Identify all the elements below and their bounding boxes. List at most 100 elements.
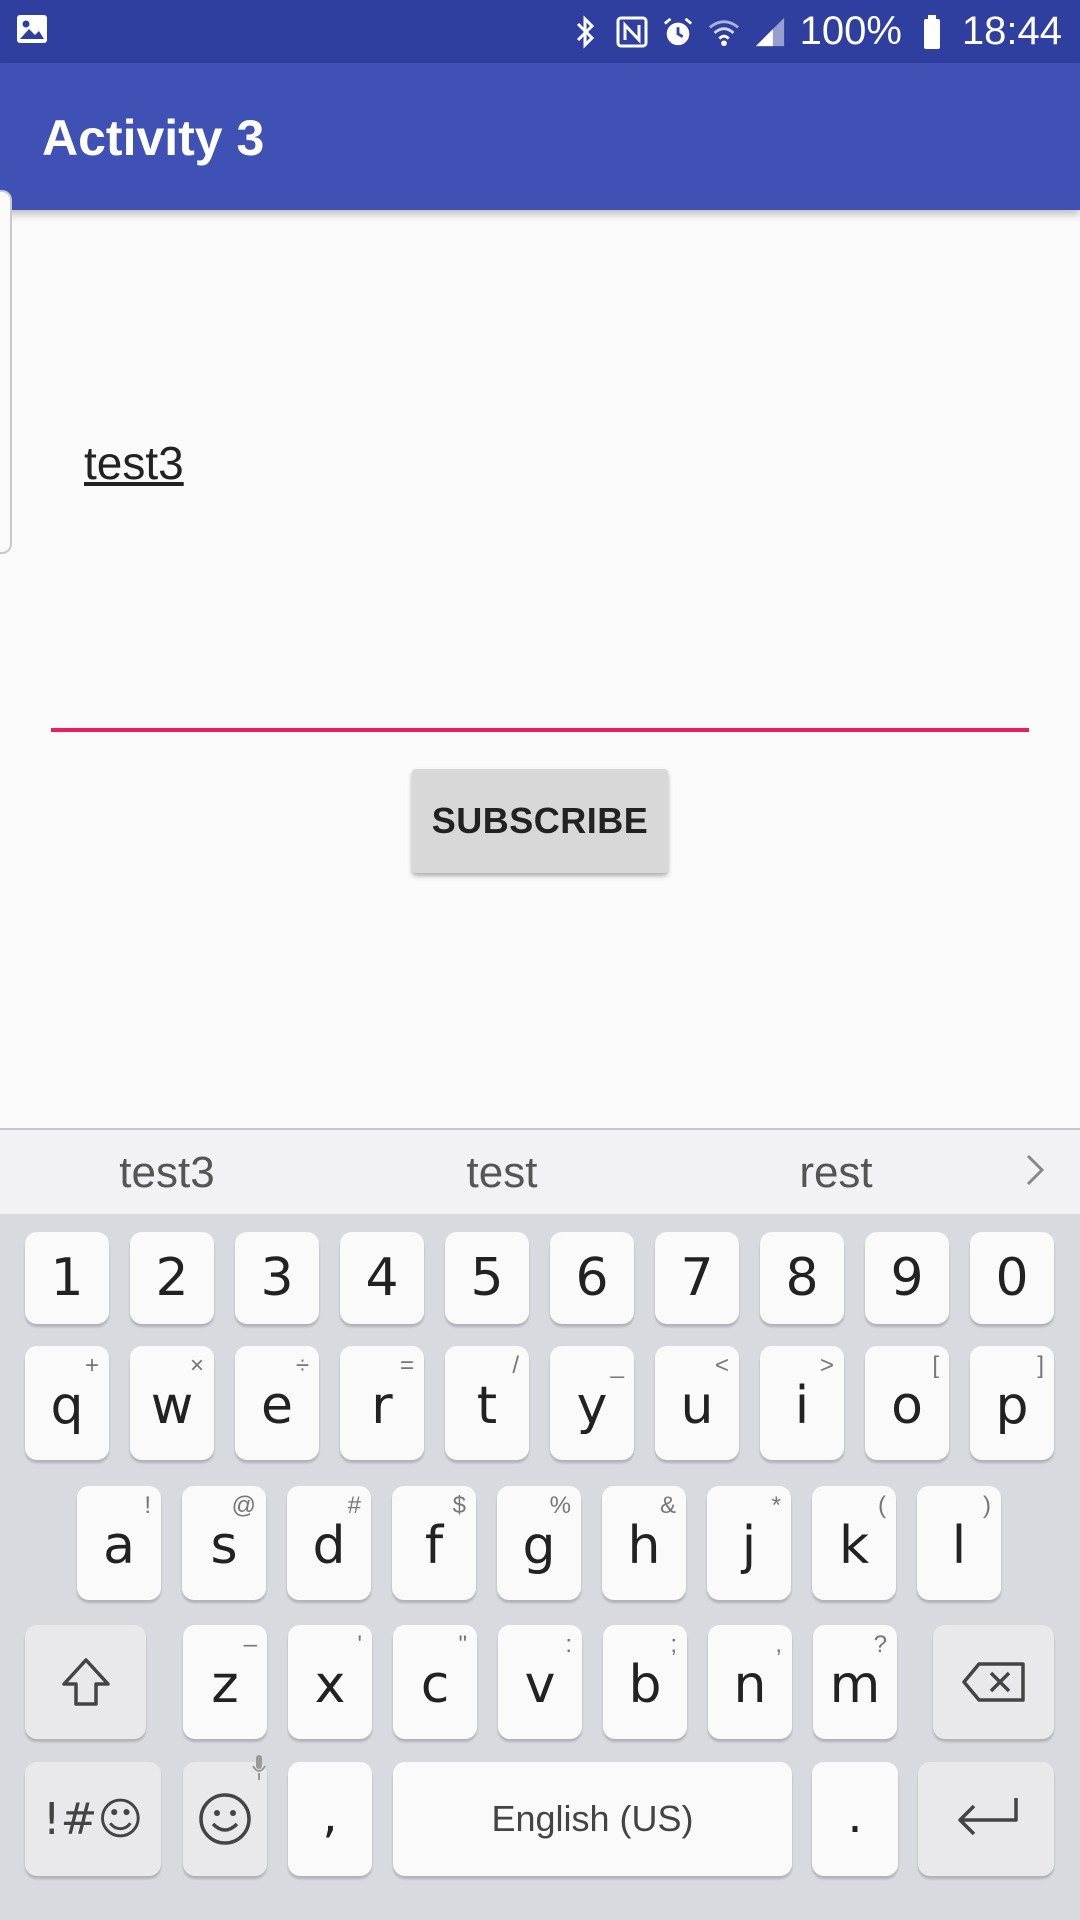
key-secondary-label: < [714, 1352, 729, 1379]
key-label: i [794, 1376, 810, 1436]
key-7[interactable]: 7 [655, 1232, 739, 1324]
period-key[interactable]: . [812, 1762, 898, 1876]
signal-icon [754, 14, 786, 50]
key-h[interactable]: h & [602, 1486, 686, 1600]
key-m[interactable]: m? [813, 1625, 897, 1739]
comma-key[interactable]: , [288, 1762, 372, 1876]
key-l[interactable]: l) [917, 1486, 1001, 1600]
key-v[interactable]: v: [498, 1625, 582, 1739]
key-t[interactable]: t / [445, 1346, 529, 1460]
key-secondary-label: ; [670, 1631, 677, 1658]
key-label: s [210, 1516, 238, 1576]
key-label: 7 [680, 1248, 714, 1308]
space-key[interactable]: English (US) [393, 1762, 792, 1876]
key-s[interactable]: s @ [182, 1486, 266, 1600]
message-input-underline[interactable] [51, 728, 1029, 732]
key-label: b [628, 1655, 662, 1715]
key-label: m [829, 1655, 881, 1715]
key-e[interactable]: e ÷ [235, 1346, 319, 1460]
key-9[interactable]: 9 [865, 1232, 949, 1324]
key-x[interactable]: x ' [288, 1625, 372, 1739]
key-b[interactable]: b; [603, 1625, 687, 1739]
key-secondary-label: [ [932, 1352, 939, 1379]
battery-percentage: 100% [799, 9, 902, 53]
key-c[interactable]: c " [393, 1625, 477, 1739]
key-secondary-label: > [819, 1352, 834, 1379]
page-title: Activity 3 [42, 110, 265, 166]
key-secondary-label: " [458, 1631, 467, 1658]
key-g[interactable]: g% [497, 1486, 581, 1600]
key-3[interactable]: 3 [235, 1232, 319, 1324]
key-label: d [312, 1516, 346, 1576]
key-secondary-label: @ [231, 1492, 256, 1519]
key-label: c [420, 1655, 450, 1715]
key-label: 6 [575, 1248, 609, 1308]
key-label: j [741, 1516, 757, 1576]
status-bar: 100% 18:44 [0, 0, 1080, 63]
key-4[interactable]: 4 [340, 1232, 424, 1324]
key-label: 9 [890, 1248, 924, 1308]
key-secondary-label: = [399, 1352, 414, 1379]
subscribe-button[interactable]: SUBSCRIBE [412, 769, 668, 873]
key-6[interactable]: 6 [550, 1232, 634, 1324]
battery-icon [916, 14, 948, 50]
key-label: r [371, 1376, 393, 1436]
comma-key-label: , [322, 1788, 338, 1844]
key-k[interactable]: k( [812, 1486, 896, 1600]
key-label: t [476, 1376, 498, 1436]
key-label: 1 [50, 1248, 84, 1308]
backspace-key[interactable] [933, 1625, 1054, 1739]
key-secondary-label: , [775, 1631, 782, 1658]
key-secondary-label: ÷ [295, 1352, 309, 1379]
enter-key[interactable] [918, 1762, 1054, 1876]
key-u[interactable]: u < [655, 1346, 739, 1460]
key-secondary-label: & [659, 1492, 676, 1519]
alarm-icon [662, 14, 694, 50]
key-label: o [891, 1376, 923, 1436]
key-secondary-label: $ [452, 1492, 466, 1519]
key-r[interactable]: r = [340, 1346, 424, 1460]
emoji-key[interactable] [183, 1755, 267, 1876]
key-p[interactable]: p] [970, 1346, 1054, 1460]
key-d[interactable]: d # [287, 1486, 371, 1600]
key-y[interactable]: y _ [550, 1346, 634, 1460]
received-message-text: test3 [84, 437, 184, 489]
key-5[interactable]: 5 [445, 1232, 529, 1324]
key-0[interactable]: 0 [970, 1232, 1054, 1324]
key-secondary-label: ? [873, 1631, 887, 1658]
key-f[interactable]: f $ [392, 1486, 476, 1600]
key-n[interactable]: n, [708, 1625, 792, 1739]
key-w[interactable]: w × [130, 1346, 214, 1460]
key-2[interactable]: 2 [130, 1232, 214, 1324]
key-a[interactable]: a! [77, 1486, 161, 1600]
suggestion-3[interactable]: rest [686, 1148, 986, 1198]
key-z[interactable]: z – [183, 1625, 267, 1739]
key-label: 5 [470, 1248, 504, 1308]
key-secondary-label: + [84, 1352, 99, 1379]
side-panel-edge[interactable] [0, 190, 12, 554]
symbols-key[interactable]: !#☺ [25, 1762, 161, 1876]
chevron-right-icon[interactable] [1020, 1150, 1050, 1190]
key-label: 8 [785, 1248, 819, 1308]
key-label: l [951, 1516, 967, 1576]
key-o[interactable]: o[ [865, 1346, 949, 1460]
key-secondary-label: – [243, 1631, 257, 1658]
key-secondary-label: / [512, 1352, 519, 1379]
key-label: v [524, 1655, 556, 1715]
key-label: e [261, 1376, 293, 1436]
key-8[interactable]: 8 [760, 1232, 844, 1324]
wifi-icon [708, 14, 740, 50]
suggestion-2[interactable]: test [352, 1148, 652, 1198]
space-key-label: English (US) [491, 1798, 694, 1839]
key-secondary-label: _ [610, 1352, 624, 1379]
suggestion-1[interactable]: test3 [17, 1148, 317, 1198]
key-1[interactable]: 1 [25, 1232, 109, 1324]
shift-key[interactable] [25, 1625, 146, 1739]
key-i[interactable]: i > [760, 1346, 844, 1460]
key-label: 4 [365, 1248, 399, 1308]
key-secondary-label: ] [1037, 1352, 1044, 1379]
key-secondary-label: : [565, 1631, 572, 1658]
key-label: w [150, 1376, 194, 1436]
key-q[interactable]: q + [25, 1346, 109, 1460]
key-j[interactable]: j * [707, 1486, 791, 1600]
